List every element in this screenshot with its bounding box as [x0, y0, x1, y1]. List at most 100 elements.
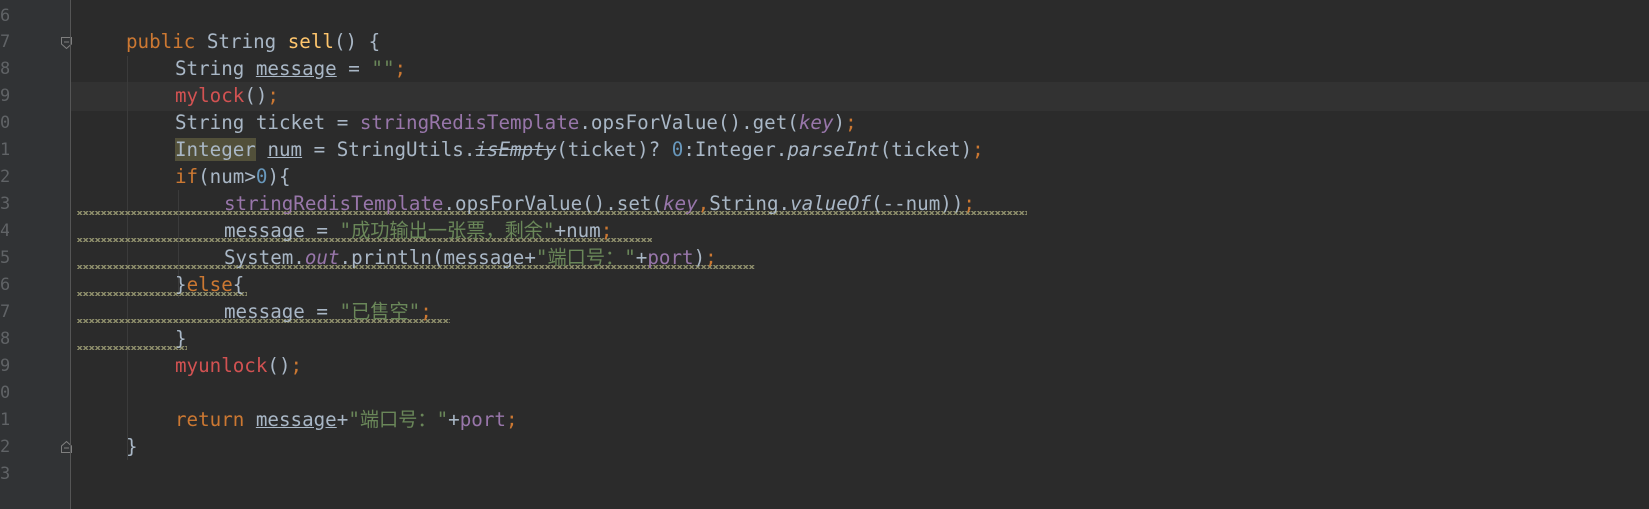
code-line-14: message = "成功输出一张票，剩余"+num;: [224, 217, 612, 246]
number-literal: 0: [255, 165, 268, 188]
code-text: .opsForValue().set(: [443, 192, 664, 215]
code-text: message =: [224, 219, 340, 242]
code-line-15: System.out.println(message+"端口号："+port);: [224, 244, 717, 273]
code-line-9: mylock();: [175, 82, 279, 111]
warning-underline: [77, 346, 187, 350]
static-method: parseInt: [787, 138, 880, 161]
type-name: String: [175, 111, 245, 134]
method-call-error: myunlock: [175, 354, 268, 377]
variable-name: message: [255, 408, 337, 431]
line-number: 1: [0, 410, 9, 430]
code-text: (): [244, 84, 268, 107]
line-number: 5: [0, 248, 9, 268]
code-text: .println(message+: [339, 246, 536, 269]
code-line-19: myunlock();: [175, 352, 302, 381]
string-literal: "已售空": [339, 300, 421, 323]
code-text: +num: [554, 219, 601, 242]
code-text: +: [635, 246, 648, 269]
code-text: message =: [224, 300, 340, 323]
type-name: String: [206, 30, 277, 53]
line-number: 7: [0, 32, 9, 52]
static-field: key: [798, 111, 834, 134]
string-literal: "": [371, 57, 395, 80]
semicolon: ;: [963, 192, 975, 215]
code-text: (ticket): [879, 138, 973, 161]
line-number: 9: [0, 86, 9, 106]
code-text: ): [833, 111, 846, 134]
code-text: }: [175, 327, 187, 350]
code-line-11: Integer num = StringUtils.isEmpty(ticket…: [175, 136, 984, 165]
semicolon: ;: [600, 219, 613, 242]
code-line-17: message = "已售空";: [224, 298, 432, 327]
code-text: }: [126, 435, 138, 458]
line-number: 3: [0, 194, 9, 214]
line-number: 6: [0, 275, 9, 295]
field-reference: port: [647, 246, 694, 269]
line-number: 3: [0, 464, 9, 484]
line-number: 2: [0, 167, 9, 187]
line-number: 8: [0, 329, 9, 349]
code-line-8: String message = "";: [175, 55, 406, 84]
number-literal: 0: [671, 138, 684, 161]
code-line-22: }: [126, 433, 138, 462]
keyword: else: [186, 273, 233, 296]
line-number: 6: [0, 6, 9, 26]
code-text: +: [336, 408, 349, 431]
code-text: ){: [267, 165, 291, 188]
code-text: System.: [224, 246, 305, 269]
line-number: 4: [0, 221, 9, 241]
code-text: :Integer.: [683, 138, 788, 161]
keyword: if: [175, 165, 199, 188]
line-number-gutter[interactable]: 6 7 8 9 0 1 2 3 4 5 6 7 8 9 0 1 2 3: [0, 0, 72, 509]
semicolon: ;: [845, 111, 857, 134]
code-text: =: [336, 57, 372, 80]
string-literal: "成功输出一张票，剩余": [339, 219, 555, 242]
code-line-13: stringRedisTemplate.opsForValue().set(ke…: [224, 190, 975, 219]
line-number: 8: [0, 59, 9, 79]
code-line-12: if(num>0){: [175, 163, 291, 192]
code-line-16: }else{: [175, 271, 244, 300]
code-text: (num>: [198, 165, 256, 188]
semicolon: ;: [267, 84, 279, 107]
indent-guide: [127, 56, 128, 460]
comma: ,: [697, 192, 710, 215]
line-number: 2: [0, 437, 9, 457]
code-text: String.: [709, 192, 791, 215]
code-text: ): [693, 246, 706, 269]
variable-name: num: [267, 138, 303, 161]
line-number: 1: [0, 140, 9, 160]
code-text: }: [175, 273, 187, 296]
string-literal: "端口号：": [535, 246, 636, 269]
code-line-7: public String sell() {: [126, 28, 380, 57]
code-text: .opsForValue().get(: [579, 111, 799, 134]
line-number: 0: [0, 113, 9, 133]
method-declaration: sell: [287, 30, 334, 53]
static-method: valueOf: [790, 192, 871, 215]
field-reference: stringRedisTemplate: [224, 192, 444, 215]
code-line-21: return message+"端口号："+port;: [175, 406, 518, 435]
variable-name: message: [255, 57, 337, 80]
line-number: 9: [0, 356, 9, 376]
code-text: ticket =: [244, 111, 360, 134]
method-call-error: mylock: [175, 84, 245, 107]
static-field: out: [304, 246, 340, 269]
line-number: 7: [0, 302, 9, 322]
code-text: (ticket)?: [556, 138, 672, 161]
semicolon: ;: [705, 246, 717, 269]
code-editor[interactable]: public String sell() { String message = …: [71, 0, 1649, 509]
field-reference: stringRedisTemplate: [359, 111, 580, 134]
current-line-highlight: [71, 82, 1649, 111]
code-text: (): [267, 354, 291, 377]
semicolon: ;: [505, 408, 518, 431]
keyword: public: [126, 30, 196, 53]
type-name: String: [175, 57, 245, 80]
code-text: (--num)): [870, 192, 964, 215]
code-text: = StringUtils.: [302, 138, 476, 161]
type-name-highlighted: Integer: [175, 138, 256, 161]
deprecated-method: isEmpty: [475, 138, 557, 161]
keyword: return: [175, 408, 245, 431]
code-line-18: }: [175, 325, 187, 354]
line-number: 0: [0, 383, 9, 403]
